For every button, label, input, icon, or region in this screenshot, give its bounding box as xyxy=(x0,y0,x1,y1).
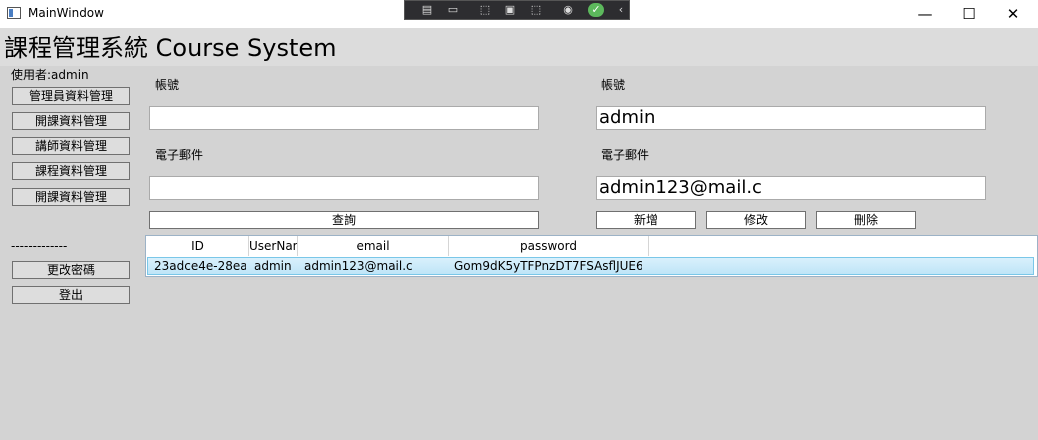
search-account-input[interactable] xyxy=(149,106,539,130)
column-header-username[interactable]: UserName xyxy=(249,236,298,256)
edit-email-label: 電子郵件 xyxy=(601,148,650,162)
add-button[interactable]: 新增 xyxy=(596,211,696,229)
debug-toolbar: ▤ ▭ ⬚ ▣ ⬚ ◉ ✓ ‹ xyxy=(404,0,630,20)
query-button[interactable]: 查詢 xyxy=(149,211,539,229)
column-header-password[interactable]: password xyxy=(449,236,649,256)
teacher-data-button[interactable]: 講師資料管理 xyxy=(12,137,130,155)
maximize-button[interactable]: ☐ xyxy=(946,0,992,28)
class-data-button[interactable]: 開課資料管理 xyxy=(12,112,130,130)
course-data-button[interactable]: 課程資料管理 xyxy=(12,162,130,180)
change-password-button[interactable]: 更改密碼 xyxy=(12,261,130,279)
column-header-id[interactable]: ID xyxy=(147,236,249,256)
app-title: 課程管理系統 Course System xyxy=(4,34,337,62)
cell-password[interactable]: Gom9dK5yTFPnzDT7FSAsflJUE66 xyxy=(454,259,642,273)
user-label: 使用者:admin xyxy=(11,68,89,82)
checkmark-icon[interactable]: ✓ xyxy=(588,3,604,17)
edit-account-label: 帳號 xyxy=(601,78,626,92)
cell-id[interactable]: 23adce4e-28ea xyxy=(154,259,246,273)
edit-account-input[interactable]: admin xyxy=(596,106,986,130)
collapse-chevron-icon[interactable]: ‹ xyxy=(613,3,629,17)
track-focus-icon[interactable]: ⬚ xyxy=(528,3,544,17)
close-button[interactable]: ✕ xyxy=(990,0,1036,28)
search-email-input[interactable] xyxy=(149,176,539,200)
delete-button[interactable]: 刪除 xyxy=(816,211,916,229)
column-header-email[interactable]: email xyxy=(298,236,449,256)
hot-reload-icon[interactable]: ◉ xyxy=(560,3,576,17)
window-title: MainWindow xyxy=(28,6,104,20)
select-element-icon[interactable]: ⬚ xyxy=(477,3,493,17)
admin-data-button[interactable]: 管理員資料管理 xyxy=(12,87,130,105)
search-account-label: 帳號 xyxy=(155,78,180,92)
display-adorners-icon[interactable]: ▣ xyxy=(502,3,518,17)
separator: ------------- xyxy=(11,239,68,253)
modify-button[interactable]: 修改 xyxy=(706,211,806,229)
minimize-button[interactable]: — xyxy=(902,0,948,28)
edit-email-input[interactable]: admin123@mail.c xyxy=(596,176,986,200)
search-email-label: 電子郵件 xyxy=(155,148,204,162)
record-icon[interactable]: ▭ xyxy=(445,3,461,17)
class-data-button-2[interactable]: 開課資料管理 xyxy=(12,188,130,206)
live-visual-tree-icon[interactable]: ▤ xyxy=(419,3,435,17)
logout-button[interactable]: 登出 xyxy=(12,286,130,304)
cell-email[interactable]: admin123@mail.c xyxy=(304,259,449,273)
cell-username[interactable]: admin xyxy=(254,259,298,273)
app-icon xyxy=(7,7,21,19)
